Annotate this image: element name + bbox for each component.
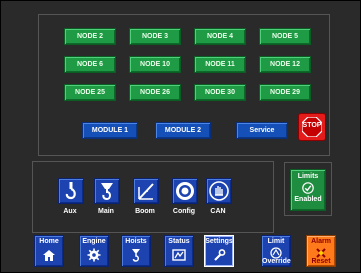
module-2-button[interactable]: MODULE 2 <box>155 122 211 139</box>
main-label: Main <box>98 208 114 215</box>
limits-panel: Limits Enabled <box>284 162 332 216</box>
aux-label: Aux <box>63 208 77 215</box>
engine-label: Engine <box>82 238 106 245</box>
limits-enabled-button[interactable]: Limits Enabled <box>290 169 326 211</box>
node-10-button[interactable]: NODE 10 <box>129 56 181 73</box>
config-button[interactable] <box>172 178 198 204</box>
limits-line1: Limits <box>297 173 319 180</box>
stop-button[interactable]: STOP <box>298 113 326 141</box>
boom-icon <box>138 183 154 200</box>
module-1-button[interactable]: MODULE 1 <box>82 122 138 139</box>
can-label: CAN <box>210 208 226 215</box>
main-button[interactable] <box>94 178 120 204</box>
alarm-reset-button[interactable]: Alarm Reset <box>306 235 336 267</box>
home-button[interactable]: Home <box>34 235 64 267</box>
limit-override-line2: Override <box>262 258 291 265</box>
status-label: Status <box>168 238 190 245</box>
limit-override-line1: Limit <box>267 238 285 245</box>
node-5-button[interactable]: NODE 5 <box>259 28 311 45</box>
status-icon <box>172 249 186 261</box>
engine-button[interactable]: Engine <box>79 235 109 267</box>
aux-button[interactable] <box>58 178 84 204</box>
hmi-screen: NODE 2 NODE 3 NODE 4 NODE 5 NODE 6 NODE … <box>0 0 361 273</box>
alarm-reset-line1: Alarm <box>311 238 331 245</box>
node-4-button[interactable]: NODE 4 <box>194 28 246 45</box>
home-icon <box>43 250 55 261</box>
hoist-icon <box>132 249 140 262</box>
hook-icon <box>65 182 76 200</box>
boom-label: Boom <box>135 208 155 215</box>
can-icon <box>209 181 229 201</box>
node-26-button[interactable]: NODE 26 <box>129 84 181 101</box>
config-icon <box>176 182 194 200</box>
hoists-button[interactable]: Hoists <box>121 235 151 267</box>
node-2-button[interactable]: NODE 2 <box>64 28 116 45</box>
status-button[interactable]: Status <box>164 235 194 267</box>
winch-hook-icon <box>101 183 113 201</box>
settings-label: Settings <box>205 238 233 245</box>
wrench-icon <box>214 249 226 261</box>
node-11-button[interactable]: NODE 11 <box>194 56 246 73</box>
node-30-button[interactable]: NODE 30 <box>194 84 246 101</box>
service-button[interactable]: Service <box>236 122 288 139</box>
node-6-button[interactable]: NODE 6 <box>64 56 116 73</box>
limit-override-button[interactable]: Limit Override <box>261 235 291 267</box>
limits-line2: Enabled <box>294 196 322 203</box>
node-3-button[interactable]: NODE 3 <box>129 28 181 45</box>
checkmark-icon <box>302 182 314 194</box>
node-29-button[interactable]: NODE 29 <box>259 84 311 101</box>
home-label: Home <box>39 238 59 245</box>
node-12-button[interactable]: NODE 12 <box>259 56 311 73</box>
node-25-button[interactable]: NODE 25 <box>64 84 116 101</box>
alarm-reset-line2: Reset <box>311 258 331 265</box>
settings-button[interactable]: Settings <box>204 235 234 267</box>
boom-button[interactable] <box>133 178 159 204</box>
can-button[interactable] <box>206 178 232 204</box>
gear-icon <box>87 248 101 262</box>
stop-label: STOP <box>302 122 322 129</box>
hoists-label: Hoists <box>125 238 147 245</box>
